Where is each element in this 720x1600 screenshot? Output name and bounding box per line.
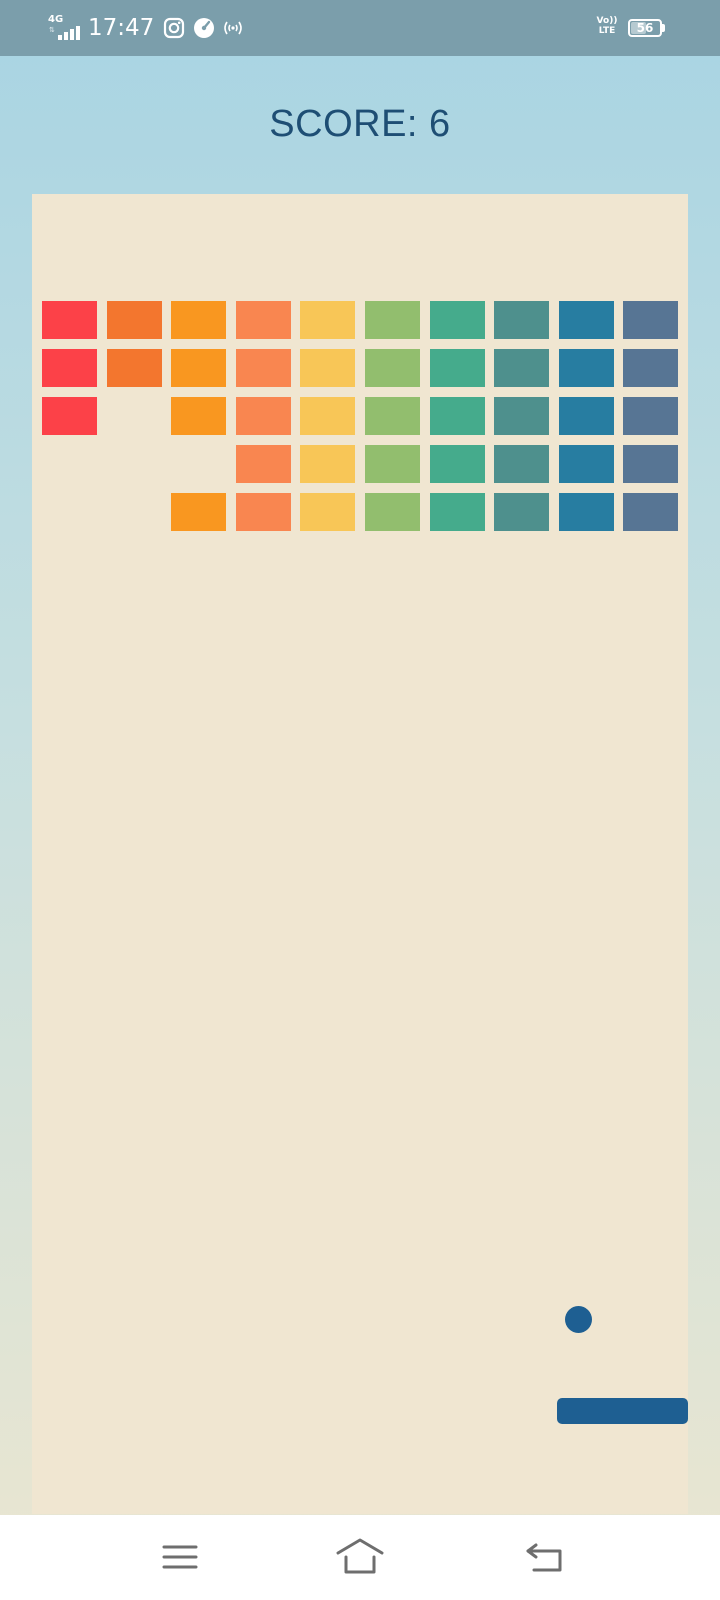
brick-r3-c3 [171, 397, 226, 435]
score-label: SCORE: 6 [269, 103, 451, 145]
brick-r3-c6 [365, 397, 420, 435]
network-type-label: 4G [48, 14, 64, 25]
brick-r5-c5 [300, 493, 355, 531]
brick-r3-c9 [559, 397, 614, 435]
brick-r3-c4 [236, 397, 291, 435]
brick-r1-c9 [559, 301, 614, 339]
brick-r4-c7 [430, 445, 485, 483]
ball [565, 1306, 592, 1333]
battery-percentage: 56 [636, 21, 654, 35]
volte-indicator: Vo)) LTE [596, 16, 618, 36]
brick-r3-c1 [42, 397, 97, 435]
brick-r2-c5 [300, 349, 355, 387]
status-bar: 4G ⇅ 17:47 Vo)) LTE 56 [0, 0, 720, 56]
mobile-network-indicator: 4G ⇅ [48, 14, 82, 40]
brick-r4-c8 [494, 445, 549, 483]
brick-r5-c3 [171, 493, 226, 531]
brick-r5-c4 [236, 493, 291, 531]
brick-r3-c5 [300, 397, 355, 435]
menu-icon[interactable] [156, 1535, 204, 1579]
brick-r5-c9 [559, 493, 614, 531]
brick-r2-c1 [42, 349, 97, 387]
brick-r1-c1 [42, 301, 97, 339]
brick-r4-c5 [300, 445, 355, 483]
brick-r4-c4 [236, 445, 291, 483]
brick-r5-c8 [494, 493, 549, 531]
instagram-icon [163, 17, 185, 39]
battery-icon: 56 [628, 19, 662, 37]
brick-r1-c7 [430, 301, 485, 339]
volte-label: Vo)) [596, 16, 618, 26]
brick-r2-c3 [171, 349, 226, 387]
brick-r1-c8 [494, 301, 549, 339]
battery-cap [662, 24, 665, 32]
brick-r2-c7 [430, 349, 485, 387]
speedometer-icon [194, 18, 214, 38]
brick-r2-c9 [559, 349, 614, 387]
home-icon[interactable] [336, 1535, 384, 1579]
paddle[interactable] [557, 1398, 688, 1424]
back-icon[interactable] [524, 1535, 572, 1579]
brick-r4-c9 [559, 445, 614, 483]
brick-r1-c5 [300, 301, 355, 339]
lte-label: LTE [598, 26, 616, 36]
brick-r5-c6 [365, 493, 420, 531]
hotspot-icon [224, 21, 242, 35]
brick-r3-c7 [430, 397, 485, 435]
brick-r1-c2 [107, 301, 162, 339]
navigation-bar [0, 1515, 720, 1600]
brick-r2-c4 [236, 349, 291, 387]
clock: 17:47 [88, 15, 155, 41]
game-board[interactable] [32, 194, 688, 1514]
brick-r5-c7 [430, 493, 485, 531]
signal-strength-icon [58, 26, 80, 40]
brick-r5-c10 [623, 493, 678, 531]
brick-r3-c10 [623, 397, 678, 435]
brick-r2-c8 [494, 349, 549, 387]
brick-r2-c2 [107, 349, 162, 387]
brick-r2-c6 [365, 349, 420, 387]
brick-r1-c3 [171, 301, 226, 339]
brick-r2-c10 [623, 349, 678, 387]
brick-r3-c8 [494, 397, 549, 435]
brick-r4-c6 [365, 445, 420, 483]
brick-r1-c6 [365, 301, 420, 339]
brick-r1-c4 [236, 301, 291, 339]
data-arrows-icon: ⇅ [49, 26, 55, 34]
brick-r1-c10 [623, 301, 678, 339]
brick-r4-c10 [623, 445, 678, 483]
